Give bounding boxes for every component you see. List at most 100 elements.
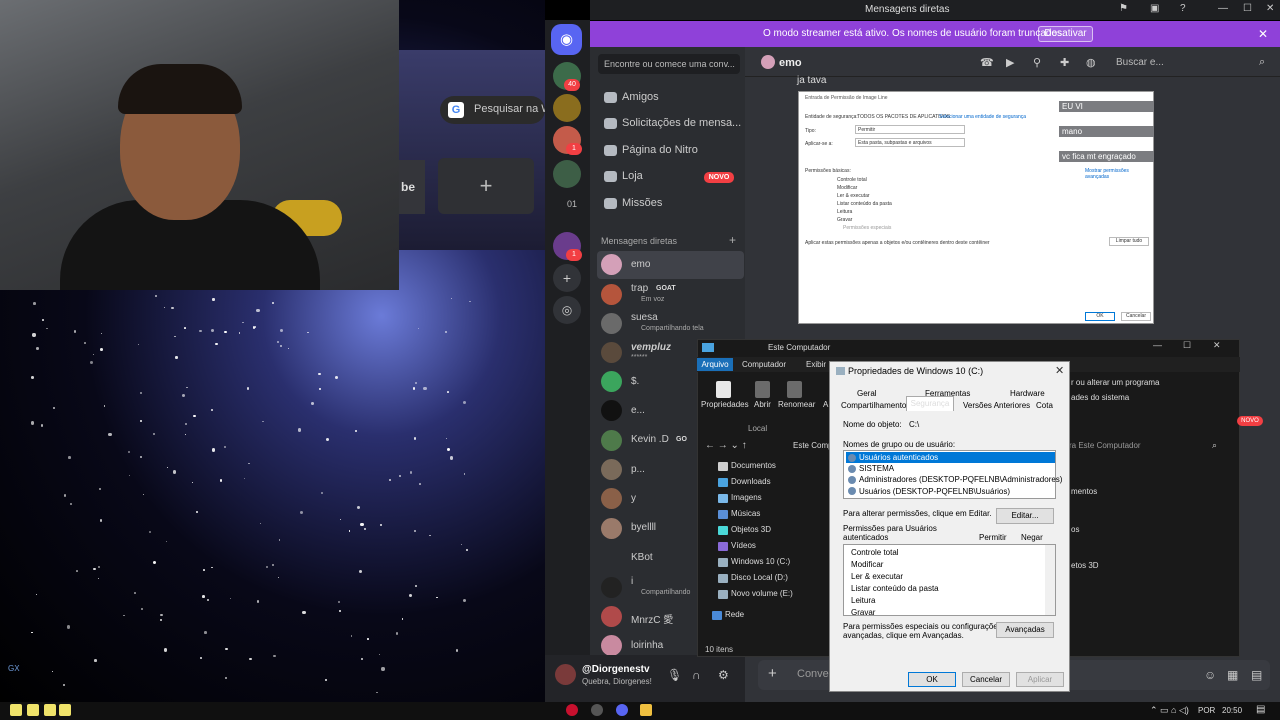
- tree-item-documents[interactable]: Documentos: [731, 461, 776, 470]
- server-icon[interactable]: [553, 160, 581, 188]
- permissions-scrollbar[interactable]: [1045, 545, 1055, 615]
- tree-item-drive-c[interactable]: Windows 10 (C:): [731, 557, 790, 566]
- maximize-icon[interactable]: ☐: [1243, 3, 1252, 14]
- add-shortcut-tile[interactable]: +: [438, 158, 534, 214]
- dm-name[interactable]: y: [631, 493, 636, 504]
- discord-home-icon[interactable]: ◉: [551, 24, 582, 55]
- dm-name[interactable]: $.: [631, 376, 639, 387]
- sticker-icon[interactable]: ▤: [1251, 668, 1262, 682]
- explorer-content-text[interactable]: etos 3D: [1071, 561, 1099, 570]
- select-principal-link[interactable]: Selecionar uma entidade de segurança: [939, 114, 1026, 120]
- taskbar-app-icon[interactable]: [44, 704, 56, 716]
- taskbar-app-icon[interactable]: [591, 704, 603, 716]
- tray-icons[interactable]: ⌃ ▭ ⌂ ◁): [1150, 705, 1189, 716]
- opera-gx-icon[interactable]: [566, 704, 578, 716]
- group-item[interactable]: Usuários autenticados: [859, 453, 938, 462]
- create-dm-icon[interactable]: +: [729, 233, 736, 247]
- explorer-search-input[interactable]: ra Este Computador: [1069, 441, 1141, 450]
- dm-name[interactable]: byellll: [631, 522, 656, 533]
- disable-streamer-button[interactable]: Desativar: [1038, 26, 1093, 42]
- type-select[interactable]: Permitir: [855, 125, 965, 134]
- tab-security[interactable]: Segurança: [906, 396, 954, 411]
- clear-all-button[interactable]: Limpar tudo: [1109, 237, 1149, 246]
- dm-name[interactable]: trap: [631, 283, 648, 294]
- perm-checkbox[interactable]: Controle total: [837, 177, 867, 183]
- pin-icon[interactable]: ⚲: [1033, 56, 1041, 69]
- dm-name[interactable]: KBot: [631, 552, 653, 563]
- tree-item-3d-objects[interactable]: Objetos 3D: [731, 525, 771, 534]
- applies-select[interactable]: Esta pasta, subpastas e arquivos: [855, 138, 965, 147]
- taskbar-app-icon[interactable]: [27, 704, 39, 716]
- nav-message-requests[interactable]: Solicitações de mensa...: [622, 117, 741, 129]
- help-icon[interactable]: ?: [1180, 3, 1186, 14]
- voice-call-icon[interactable]: ☎: [980, 56, 994, 69]
- chat-search-input[interactable]: Buscar e...: [1110, 54, 1275, 72]
- address-bar[interactable]: Este Comp: [793, 441, 833, 450]
- ribbon-rename[interactable]: Renomear: [778, 400, 815, 409]
- ribbon-more[interactable]: A: [823, 400, 828, 409]
- taskbar-app-icon[interactable]: [10, 704, 22, 716]
- attach-icon[interactable]: +: [768, 665, 777, 682]
- dm-name[interactable]: MnrzC 愛: [631, 611, 673, 626]
- username[interactable]: @Diorgenestv: [582, 664, 650, 675]
- banner-close-icon[interactable]: ✕: [1258, 27, 1268, 41]
- server-icon[interactable]: [553, 94, 581, 122]
- perm-checkbox[interactable]: Ler & executar: [837, 193, 870, 199]
- search-icon[interactable]: ⌕: [1259, 56, 1265, 69]
- apply-button[interactable]: Aplicar: [1016, 672, 1064, 687]
- explorer-content-text[interactable]: ades do sistema: [1071, 393, 1129, 402]
- dm-name[interactable]: i: [631, 576, 633, 587]
- dm-name[interactable]: vempluz: [631, 342, 671, 353]
- headphones-icon[interactable]: ∩: [692, 668, 701, 682]
- perm-checkbox[interactable]: Leitura: [837, 209, 852, 215]
- tree-item-drive-e[interactable]: Novo volume (E:): [731, 589, 793, 598]
- apply-only-checkbox[interactable]: Aplicar estas permissões apenas a objeto…: [805, 240, 990, 246]
- profile-icon[interactable]: ◍: [1086, 56, 1096, 69]
- discord-taskbar-icon[interactable]: [616, 704, 628, 716]
- tree-item-pictures[interactable]: Imagens: [731, 493, 762, 502]
- dm-name[interactable]: p...: [631, 464, 645, 475]
- tree-item-downloads[interactable]: Downloads: [731, 477, 771, 486]
- maximize-icon[interactable]: ☐: [1183, 340, 1191, 351]
- taskbar-app-icon[interactable]: [59, 704, 71, 716]
- advanced-button[interactable]: Avançadas: [996, 622, 1054, 638]
- navigation-arrows-icon[interactable]: ← → ⌄ ↑: [705, 440, 747, 451]
- tab-quota[interactable]: Cota: [1036, 401, 1053, 410]
- gif-icon[interactable]: ▦: [1227, 668, 1238, 682]
- group-item[interactable]: Usuários (DESKTOP-PQFELNB\Usuários): [859, 487, 1010, 496]
- perm-checkbox[interactable]: Modificar: [837, 185, 857, 191]
- add-friends-icon[interactable]: ✚: [1060, 56, 1069, 69]
- ribbon-properties[interactable]: Propriedades: [701, 400, 749, 409]
- tree-item-drive-d[interactable]: Disco Local (D:): [731, 573, 788, 582]
- video-call-icon[interactable]: ▶: [1006, 56, 1014, 69]
- dm-search-input[interactable]: Encontre ou comece uma conv...: [598, 54, 740, 74]
- dm-name[interactable]: loirinha: [631, 640, 663, 651]
- close-icon[interactable]: ✕: [1055, 364, 1064, 377]
- tab-general[interactable]: Geral: [857, 389, 877, 398]
- advanced-perms-link[interactable]: Mostrar permissões avançadas: [1085, 168, 1153, 180]
- chat-input-placeholder[interactable]: Conve: [797, 668, 829, 680]
- nav-quests[interactable]: Missões: [622, 197, 662, 209]
- explorer-content-text[interactable]: os: [1071, 525, 1079, 534]
- dm-name[interactable]: e...: [631, 405, 645, 416]
- perm-checkbox[interactable]: Gravar: [837, 217, 852, 223]
- edit-button[interactable]: Editar...: [996, 508, 1054, 524]
- file-explorer-taskbar-icon[interactable]: [640, 704, 652, 716]
- dm-name[interactable]: suesa: [631, 312, 658, 323]
- tab-sharing[interactable]: Compartilhamento: [841, 401, 906, 410]
- perm-cancel-button[interactable]: Cancelar: [1121, 312, 1151, 321]
- tree-item-videos[interactable]: Vídeos: [731, 541, 756, 550]
- nav-friends[interactable]: Amigos: [622, 91, 659, 103]
- microphone-icon[interactable]: 🎙: [667, 668, 682, 682]
- tab-arquivo[interactable]: Arquivo: [697, 358, 733, 371]
- tree-item-network[interactable]: Rede: [725, 610, 744, 619]
- close-icon[interactable]: ✕: [1266, 3, 1274, 14]
- emoji-icon[interactable]: ☺: [1204, 668, 1216, 682]
- tab-exibir[interactable]: Exibir: [806, 360, 826, 369]
- ok-button[interactable]: OK: [908, 672, 956, 687]
- nav-nitro[interactable]: Página do Nitro: [622, 144, 698, 156]
- nav-shop[interactable]: Loja: [622, 170, 643, 182]
- explorer-content-text[interactable]: mentos: [1071, 487, 1097, 496]
- perm-ok-button[interactable]: OK: [1085, 312, 1115, 321]
- explore-icon[interactable]: ◎: [553, 296, 581, 324]
